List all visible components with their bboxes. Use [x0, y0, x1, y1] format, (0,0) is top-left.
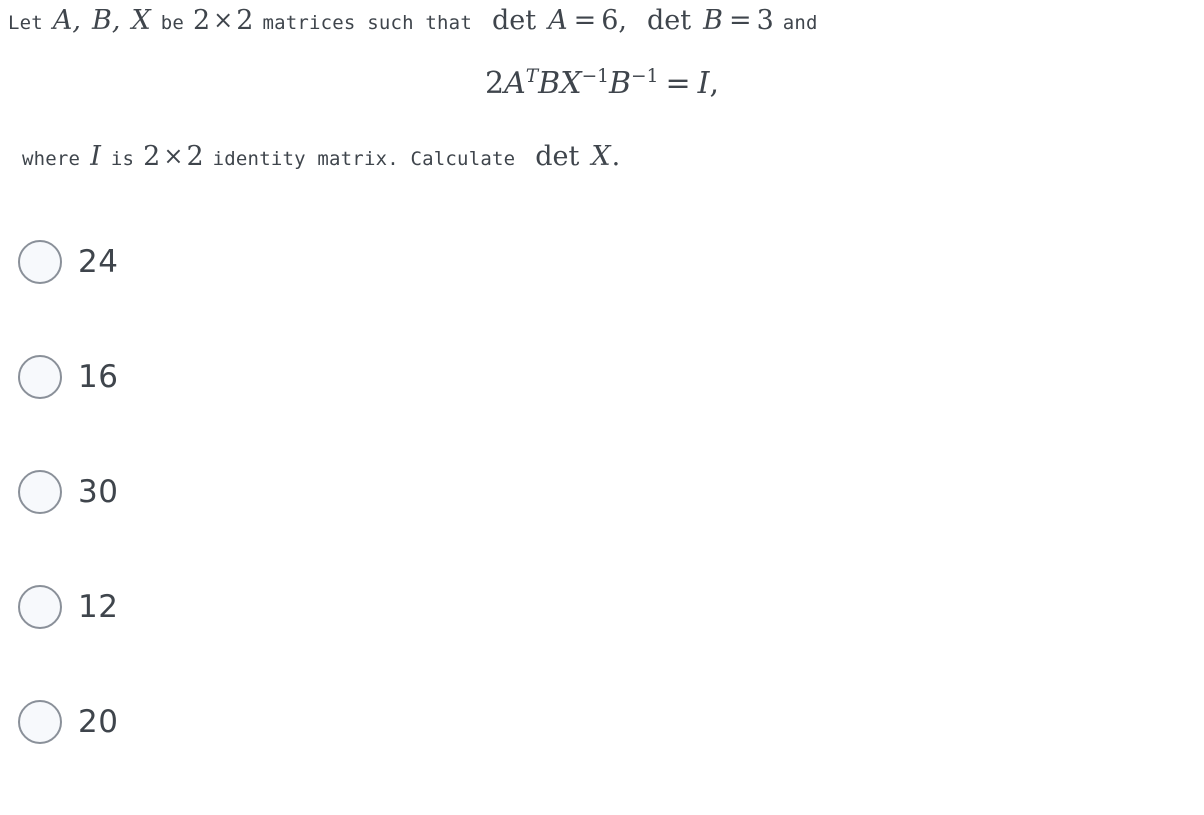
answer-option-2[interactable]: 16 [0, 355, 1204, 470]
answer-option-5[interactable]: 20 [0, 700, 1204, 815]
equation-x-inverse-exponent: −1 [581, 66, 609, 87]
answer-option-4[interactable]: 12 [0, 585, 1204, 700]
math-dim-2-second: 2 [236, 5, 254, 36]
answer-option-3[interactable]: 30 [0, 470, 1204, 585]
math-var-x: X [131, 5, 151, 36]
stem-text-let: Let [8, 12, 43, 34]
display-equation: 2ATBX−1B−1 = I, [485, 62, 719, 106]
radio-button-icon[interactable] [18, 585, 62, 629]
stem-text-and: and [782, 12, 818, 34]
stem-text-be: be [160, 12, 184, 34]
equation-identity-matrix: I [697, 66, 710, 101]
radio-button-icon[interactable] [18, 470, 62, 514]
math-value-6: 6, [601, 5, 627, 36]
answer-option-label: 30 [78, 474, 119, 510]
question-line-3: where Iis 2 × 2 identity matrix. Calculate det… [22, 138, 620, 177]
math-var-b: B, [92, 5, 121, 36]
stem-text-matrices-such-that: matrices such that [262, 12, 472, 34]
math-var-i: I [90, 141, 101, 172]
stem-period: . [611, 141, 621, 172]
math-equals-b: = [728, 5, 752, 36]
stem-text-is: is [110, 148, 135, 170]
math-identity-dim-2-first: 2 [143, 141, 161, 172]
math-det-operator-b: det [646, 5, 692, 36]
math-var-x-det: X [591, 141, 611, 172]
question-line-2-equation: 2ATBX−1B−1 = I, [0, 62, 1204, 110]
stem-text-identity-matrix-calculate: identity matrix. Calculate [212, 148, 516, 170]
radio-button-icon[interactable] [18, 355, 62, 399]
equation-matrix-a: A [504, 66, 526, 101]
answer-option-label: 12 [78, 589, 119, 625]
equation-a-transpose-exponent: T [525, 66, 539, 87]
question-page: Let A, B, Xbe 2 × 2 matrices such that det A = 6, de… [0, 0, 1204, 774]
answer-option-1[interactable]: 24 [0, 240, 1204, 355]
question-line-1: Let A, B, Xbe 2 × 2 matrices such that det A = 6, de… [8, 2, 818, 41]
math-equals-a: = [573, 5, 597, 36]
math-value-3: 3 [756, 5, 774, 36]
equation-matrix-x: X [560, 66, 582, 101]
math-det-operator-x: det [535, 141, 580, 172]
math-var-b-det: B [703, 5, 723, 36]
equation-matrix-b2: B [608, 66, 632, 101]
math-var-a: A, [52, 5, 82, 36]
equation-matrix-b1: B [538, 66, 561, 101]
equation-coefficient: 2 [484, 66, 505, 101]
multiplication-sign-icon: × [213, 6, 234, 34]
answer-options-list: 24 16 30 12 20 [0, 240, 1204, 815]
equation-b2-inverse-exponent: −1 [631, 66, 659, 87]
equation-trailing-comma: , [709, 66, 719, 101]
math-identity-dim-2-second: 2 [186, 141, 204, 172]
answer-option-label: 16 [78, 359, 119, 395]
radio-button-icon[interactable] [18, 240, 62, 284]
equation-relation-equals: = [665, 66, 691, 101]
math-det-operator-a: det [491, 5, 537, 36]
math-dim-2-first: 2 [192, 5, 211, 36]
stem-text-where: where [22, 148, 81, 170]
math-var-a-det: A [548, 5, 568, 36]
answer-option-label: 24 [78, 244, 119, 280]
radio-button-icon[interactable] [18, 700, 62, 744]
answer-option-label: 20 [78, 704, 119, 740]
multiplication-sign-icon-2: × [163, 142, 184, 170]
